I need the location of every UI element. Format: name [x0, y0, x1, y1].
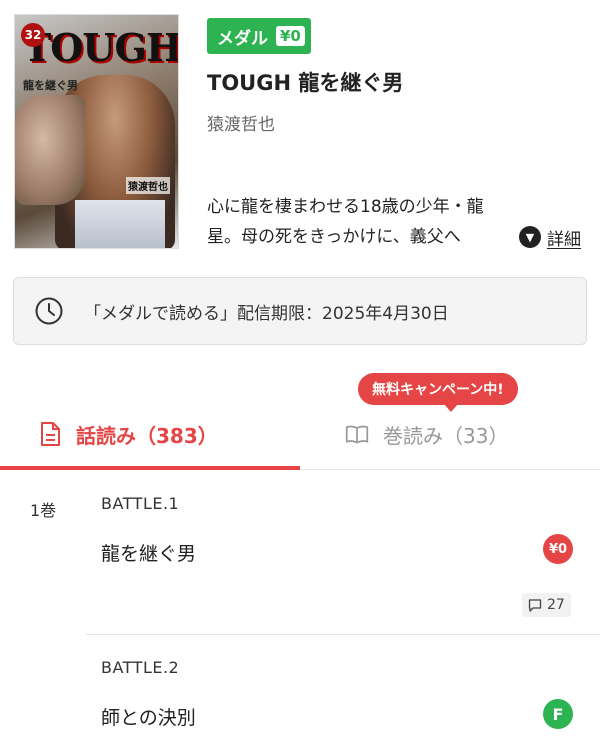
chevron-down-icon: ▼ — [519, 226, 541, 248]
cover-jeans — [75, 200, 165, 248]
detail-toggle[interactable]: ▼ 詳細 — [515, 222, 581, 252]
episode-1-comment-count: 27 — [547, 597, 565, 613]
notice-text: 「メダルで読める」配信期限：2025年4月30日 — [84, 303, 449, 324]
book-description: 心に龍を棲まわせる18歳の少年・龍 星。母の死をきっかけに、義父へ — [207, 192, 567, 252]
volume-label: 1巻 — [30, 501, 57, 520]
detail-label: 詳細 — [547, 229, 581, 250]
medal-label: メダル — [217, 28, 268, 49]
book-cover-image[interactable]: TOUGH 32 龍を継ぐ男 猿渡哲也 — [14, 14, 179, 249]
cover-author: 猿渡哲也 — [126, 177, 170, 194]
description-line-1: 心に龍を棲まわせる18歳の少年・龍 — [207, 197, 484, 217]
cover-face — [15, 95, 85, 205]
active-tab-indicator — [0, 466, 300, 470]
row-divider — [86, 634, 600, 635]
cover-volume-badge: 32 — [21, 23, 45, 47]
document-icon — [41, 422, 60, 446]
tab-episode-label: 話読み（383） — [76, 423, 218, 448]
medal-price: ¥0 — [276, 26, 305, 46]
episode-1-comments[interactable]: 27 — [522, 593, 571, 617]
tab-volume-reading[interactable]: 巻読み（33） — [345, 416, 508, 452]
description-line-2: 星。母の死をきっかけに、義父へ — [207, 222, 567, 252]
episode-1-price-badge: ¥0 — [543, 534, 573, 564]
cover-subtitle: 龍を継ぐ男 — [23, 79, 78, 92]
campaign-badge: 無料キャンペーン中! — [358, 373, 518, 412]
episode-2-name: BATTLE.2 — [101, 658, 180, 677]
episode-1-name: BATTLE.1 — [101, 494, 180, 513]
episode-2-free-badge: F — [543, 699, 573, 729]
comment-icon — [528, 599, 542, 612]
book-title: TOUGH 龍を継ぐ男 — [207, 71, 404, 95]
book-author[interactable]: 猿渡哲也 — [207, 110, 275, 135]
cover-logo: TOUGH — [23, 25, 179, 70]
tab-volume-label: 巻読み（33） — [383, 423, 509, 448]
book-icon — [345, 425, 369, 444]
medal-price-badge: メダル ¥0 — [207, 18, 311, 54]
episode-1-title[interactable]: 龍を継ぐ男 — [101, 539, 196, 566]
episode-2-title[interactable]: 師との決別 — [101, 703, 196, 730]
tab-episode-reading[interactable]: 話読み（383） — [38, 416, 218, 452]
availability-notice: 「メダルで読める」配信期限：2025年4月30日 — [13, 277, 587, 345]
clock-icon — [35, 297, 63, 325]
